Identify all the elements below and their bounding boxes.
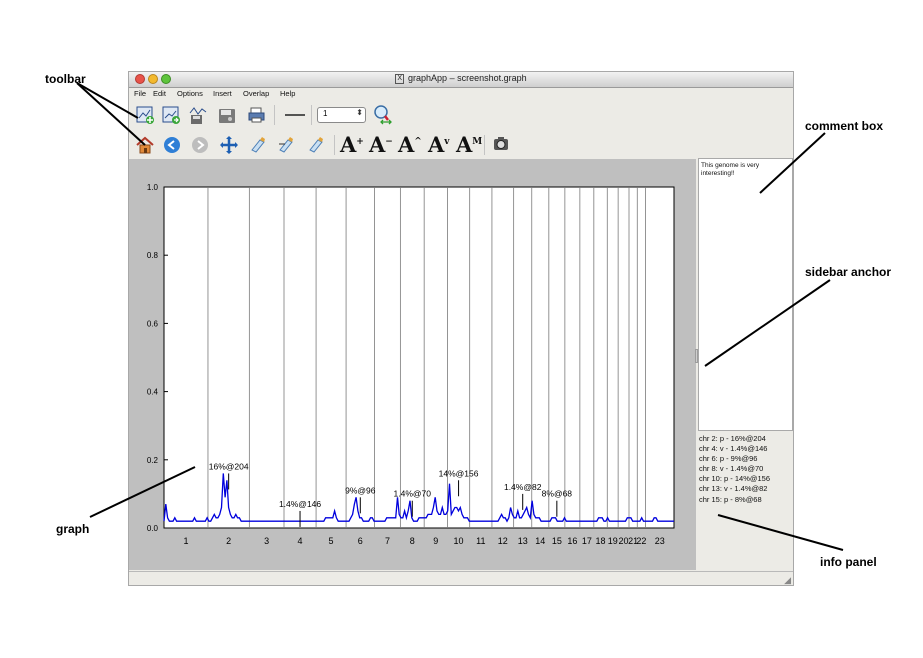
graph-panel[interactable]: 1 2 3 4 5 6 7 8 9 10 11 12 13 14 15 16 17 18 19 20 21 22 23 0.0… [129,159,696,570]
x-tick-label: 8 [410,536,415,546]
peak-label: 1.4%@146 [279,499,321,509]
save-as-icon[interactable] [217,105,237,125]
font-smaller-icon[interactable]: A− [369,132,393,157]
zoom-in-icon[interactable] [248,135,268,155]
screenshot-icon[interactable] [492,135,512,155]
x-tick-label: 19 [608,536,618,546]
save-graph-icon[interactable] [188,105,208,125]
app-window: XgraphApp – screenshot.graph File Edit O… [128,71,794,586]
comment-box-callout: comment box [805,119,884,133]
line-width-select[interactable]: 1 ⬍ [317,107,366,123]
line-width-value: 1 [323,109,328,118]
menu-options[interactable]: Options [177,89,203,98]
peak-label: 1.4%@82 [504,482,542,492]
y-tick-label: 0.4 [147,388,159,397]
toolbar-separator [334,135,335,155]
font-bigger-icon[interactable]: A+ [340,132,364,157]
graph-callout: graph [56,522,90,536]
info-panel: chr 2: p - 16%@204 chr 4: v - 1.4%@146 c… [699,434,770,505]
info-line: chr 2: p - 16%@204 [699,434,766,443]
x-tick-label: 5 [329,536,334,546]
peak-label: 8%@68 [542,489,573,499]
x-tick-label: 23 [655,536,665,546]
new-graph-icon[interactable] [135,105,155,125]
y-tick-label: 0.0 [147,524,159,533]
info-line: chr 8: v - 1.4%@70 [699,464,764,474]
x-tick-label: 7 [385,536,390,546]
zoom-icon[interactable] [372,104,392,125]
x-tick-label: 3 [264,536,269,546]
menu-edit[interactable]: Edit [153,89,166,98]
pan-icon[interactable] [219,135,239,155]
comment-box[interactable]: This genome is very interesting!! [698,158,793,431]
x-tick-label: 2 [226,536,231,546]
x-tick-label: 15 [552,536,562,546]
zoom-out-icon[interactable] [276,135,296,155]
info-line: chr 10: p - 14%@156 [699,474,770,484]
y-tick-label: 0.6 [147,319,159,328]
menu-bar: File Edit Options Insert Overlap Help [129,88,793,100]
back-icon[interactable] [163,136,183,156]
info-line: chr 6: p - 9%@96 [699,454,758,464]
info-line: chr 15: p - 8%@68 [699,494,762,504]
x-tick-label: 13 [518,536,528,546]
select-arrows-icon: ⬍ [356,108,363,117]
window-title: XgraphApp – screenshot.graph [129,73,793,84]
x-tick-label: 6 [358,536,363,546]
x11-app-icon: X [395,74,405,84]
x-tick-label: 10 [454,536,464,546]
info-line: chr 13: v - 1.4%@82 [699,484,768,494]
peak-label: 16%@204 [209,461,249,471]
x-tick-label: 22 [636,536,646,546]
comment-text: This genome is very interesting!! [701,162,760,177]
toolbar-separator [484,135,485,155]
info-line: chr 4: v - 1.4%@146 [699,444,768,454]
resize-grip-icon[interactable]: ◢ [784,575,791,585]
open-graph-icon[interactable] [161,105,181,125]
x-tick-label: 17 [582,536,592,546]
peak-label: 1.4%@70 [394,489,432,499]
toolbar-callout: toolbar [45,72,86,86]
status-bar: ◢ [129,571,793,585]
x-tick-label: 12 [498,536,508,546]
menu-file[interactable]: File [134,89,146,98]
x-tick-label: 4 [298,536,303,546]
x-tick-label: 1 [183,536,188,546]
toolbar-separator [274,105,275,125]
window-title-text: graphApp – screenshot.graph [408,73,527,83]
info-panel-callout: info panel [820,555,877,569]
x-tick-label: 16 [567,536,577,546]
zoom-reset-icon[interactable] [306,135,326,155]
font-up-icon[interactable]: A^ [398,132,422,157]
peak-label: 14%@156 [439,468,479,478]
sidebar-anchor-callout: sidebar anchor [805,265,892,279]
x-tick-label: 9 [433,536,438,546]
menu-insert[interactable]: Insert [213,89,232,98]
y-tick-label: 0.2 [147,456,159,465]
x-tick-label: 11 [476,536,485,546]
x-tick-label: 14 [535,536,545,546]
line-style-icon[interactable] [284,105,306,125]
plot-background [163,186,675,529]
home-icon[interactable] [135,135,155,155]
x-tick-label: 18 [596,536,606,546]
font-down-icon[interactable]: Av [428,132,450,157]
x-tick-label: 20 [619,536,629,546]
menu-overlap[interactable]: Overlap [243,89,269,98]
chromosome-graph[interactable]: 1 2 3 4 5 6 7 8 9 10 11 12 13 14 15 16 17 18 19 20 2122 230.0… [129,159,696,570]
print-icon[interactable] [248,107,268,127]
y-tick-label: 1.0 [147,183,159,192]
menu-help[interactable]: Help [280,89,295,98]
peak-label: 9%@96 [345,485,376,495]
title-bar: XgraphApp – screenshot.graph [129,72,793,88]
y-tick-label: 0.8 [147,251,159,260]
toolbar-separator [311,105,312,125]
forward-icon[interactable] [191,136,211,156]
font-max-icon[interactable]: AM [456,132,482,157]
